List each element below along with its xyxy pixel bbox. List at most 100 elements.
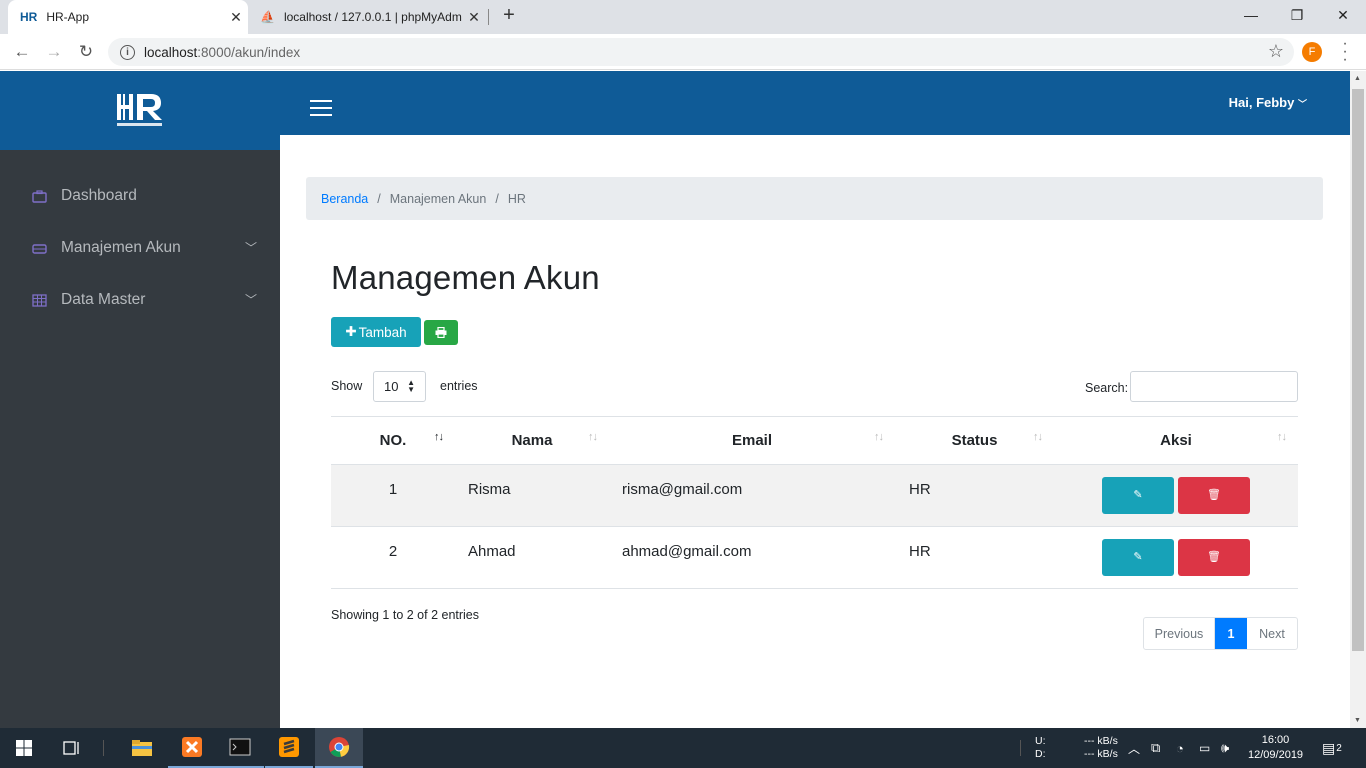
column-header-status[interactable]: Status ↑↓ — [895, 416, 1054, 465]
url-host: localhost — [144, 44, 198, 60]
edit-button[interactable]: ✎ — [1102, 477, 1174, 514]
add-button-label: Tambah — [358, 324, 407, 340]
bookmark-star-icon[interactable]: ☆ — [1268, 41, 1284, 62]
previous-page-button[interactable]: Previous — [1144, 618, 1215, 649]
chevron-down-icon: ﹀ — [244, 293, 257, 307]
chevron-down-icon: ﹀ — [244, 241, 257, 255]
clock-date: 12/09/2019 — [1248, 749, 1304, 761]
reload-icon[interactable]: ↻ — [74, 40, 98, 64]
sort-icon: ↑↓ — [1033, 431, 1043, 443]
profile-avatar[interactable]: F — [1302, 42, 1322, 62]
sidebar-item-dashboard[interactable]: Dashboard — [32, 187, 257, 205]
sort-asc-icon: ↑↓ — [434, 431, 444, 443]
cell-actions: ✎ 🗑 — [1054, 464, 1298, 527]
pencil-icon: ✎ — [1133, 551, 1143, 563]
tab-title: HR-App — [46, 10, 90, 24]
edit-button[interactable]: ✎ — [1102, 539, 1174, 576]
sort-icon: ↑↓ — [588, 431, 598, 443]
clock[interactable]: 16:00 12/09/2019 — [1248, 728, 1303, 768]
breadcrumb-current: HR — [507, 191, 526, 206]
column-header-label: Email — [731, 432, 773, 449]
sidebar: Dashboard Manajemen Akun ﹀ Data Master ﹀ — [0, 71, 280, 728]
scroll-up-icon[interactable]: ▲ — [1354, 75, 1361, 82]
browser-toolbar: ← → ↻ i localhost:8000/akun/index ☆ — [0, 34, 1366, 70]
hr-favicon-icon: HR — [20, 10, 38, 24]
new-tab-icon[interactable]: + — [498, 4, 520, 27]
restore-icon[interactable]: ❐ — [1274, 0, 1320, 30]
column-header-label: NO. — [379, 432, 407, 449]
cell-status: HR — [895, 464, 1054, 527]
browser-tab-strip: HR HR-App ✕ ⛵ localhost / 127.0.0.1 | ph… — [0, 0, 1366, 34]
task-view-icon[interactable] — [48, 728, 96, 768]
battery-icon[interactable]: ▭ — [1199, 728, 1210, 768]
top-navbar: Hai, Febby ﹀ — [280, 71, 1350, 135]
entries-length-select[interactable]: 10 ▲ ▼ — [373, 371, 426, 402]
forward-icon[interactable]: → — [42, 40, 66, 64]
terminal-icon[interactable] — [216, 728, 264, 768]
close-tab-icon[interactable]: ✕ — [462, 9, 486, 26]
back-icon[interactable]: ← — [10, 40, 34, 64]
print-button[interactable] — [424, 320, 458, 345]
column-header-label: Status — [951, 432, 998, 449]
close-window-icon[interactable]: ✕ — [1320, 0, 1366, 30]
table-icon — [32, 293, 47, 307]
sidebar-item-data-master[interactable]: Data Master ﹀ — [32, 291, 257, 309]
hamburger-menu-icon[interactable] — [310, 100, 332, 116]
logo[interactable] — [0, 71, 280, 150]
column-header-no[interactable]: NO. ↑↓ — [331, 416, 455, 465]
hr-logo-icon — [117, 93, 162, 126]
page-scrollbar[interactable]: ▲ ▼ — [1350, 71, 1366, 728]
volume-icon[interactable]: 🕪 — [1221, 728, 1229, 768]
action-tray-icon[interactable]: ⧉ — [1151, 728, 1160, 768]
column-header-nama[interactable]: Nama ↑↓ — [455, 416, 609, 465]
xampp-icon[interactable] — [168, 728, 216, 768]
sidebar-item-manajemen-akun[interactable]: Manajemen Akun ﹀ — [32, 239, 257, 257]
chrome-icon[interactable] — [315, 728, 363, 768]
scrollbar-thumb[interactable] — [1352, 89, 1364, 651]
address-bar[interactable]: i localhost:8000/akun/index ☆ — [108, 38, 1294, 66]
upload-speed: --- kB/s — [1084, 735, 1118, 747]
show-hidden-icons-icon[interactable]: ︿ — [1128, 728, 1140, 768]
search-input[interactable] — [1130, 371, 1298, 402]
notification-count: 2 — [1336, 742, 1342, 754]
windows-start-icon[interactable] — [0, 728, 48, 768]
breadcrumb-separator: / — [377, 191, 381, 206]
scroll-down-icon[interactable]: ▼ — [1354, 717, 1361, 724]
cell-email: risma@gmail.com — [609, 464, 895, 527]
taskbar-divider — [103, 740, 104, 756]
table-row: 2 Ahmad ahmad@gmail.com HR ✎ 🗑 — [331, 526, 1298, 589]
breadcrumb-section: Manajemen Akun — [389, 191, 487, 206]
entries-length-value: 10 — [384, 379, 399, 394]
notifications-icon[interactable]: ▤ 2 — [1322, 728, 1342, 768]
cell-status: HR — [895, 526, 1054, 589]
delete-button[interactable]: 🗑 — [1178, 477, 1250, 514]
show-label: Show — [331, 379, 363, 393]
download-speed: --- kB/s — [1084, 748, 1118, 760]
network-speed-labels: U: D: — [1035, 728, 1046, 768]
next-page-button[interactable]: Next — [1247, 618, 1297, 649]
column-header-label: Nama — [511, 432, 553, 449]
site-info-icon[interactable]: i — [120, 44, 135, 60]
phpmyadmin-favicon-icon: ⛵ — [260, 10, 275, 24]
delete-button[interactable]: 🗑 — [1178, 539, 1250, 576]
add-button[interactable]: ✚ Tambah — [331, 317, 421, 347]
browser-menu-icon[interactable]: · · · — [1340, 36, 1350, 68]
tab-hr-app[interactable]: HR HR-App ✕ — [8, 0, 248, 34]
file-explorer-icon[interactable] — [118, 728, 166, 768]
close-tab-icon[interactable]: ✕ — [224, 9, 248, 26]
sidebar-item-label: Manajemen Akun — [61, 239, 181, 256]
network-speed-values: --- kB/s --- kB/s — [1084, 728, 1118, 768]
clock-time: 16:00 — [1261, 734, 1290, 746]
tab-phpmyadmin[interactable]: ⛵ localhost / 127.0.0.1 | phpMyAdmin ✕ — [250, 0, 488, 34]
column-header-email[interactable]: Email ↑↓ — [609, 416, 895, 465]
breadcrumb-home-link[interactable]: Beranda — [321, 192, 368, 206]
page-title: Managemen Akun — [331, 259, 600, 296]
sort-icon: ↑↓ — [874, 431, 884, 443]
column-header-aksi[interactable]: Aksi ↑↓ — [1054, 416, 1298, 465]
minimize-icon[interactable]: — — [1228, 0, 1274, 30]
sublime-text-icon[interactable] — [265, 728, 313, 768]
wifi-icon[interactable]: ◔ — [1176, 728, 1184, 768]
page-1-button[interactable]: 1 — [1215, 618, 1247, 649]
tab-title: localhost / 127.0.0.1 | phpMyAdmin — [283, 10, 462, 24]
user-dropdown[interactable]: Hai, Febby ﹀ — [1229, 95, 1307, 110]
